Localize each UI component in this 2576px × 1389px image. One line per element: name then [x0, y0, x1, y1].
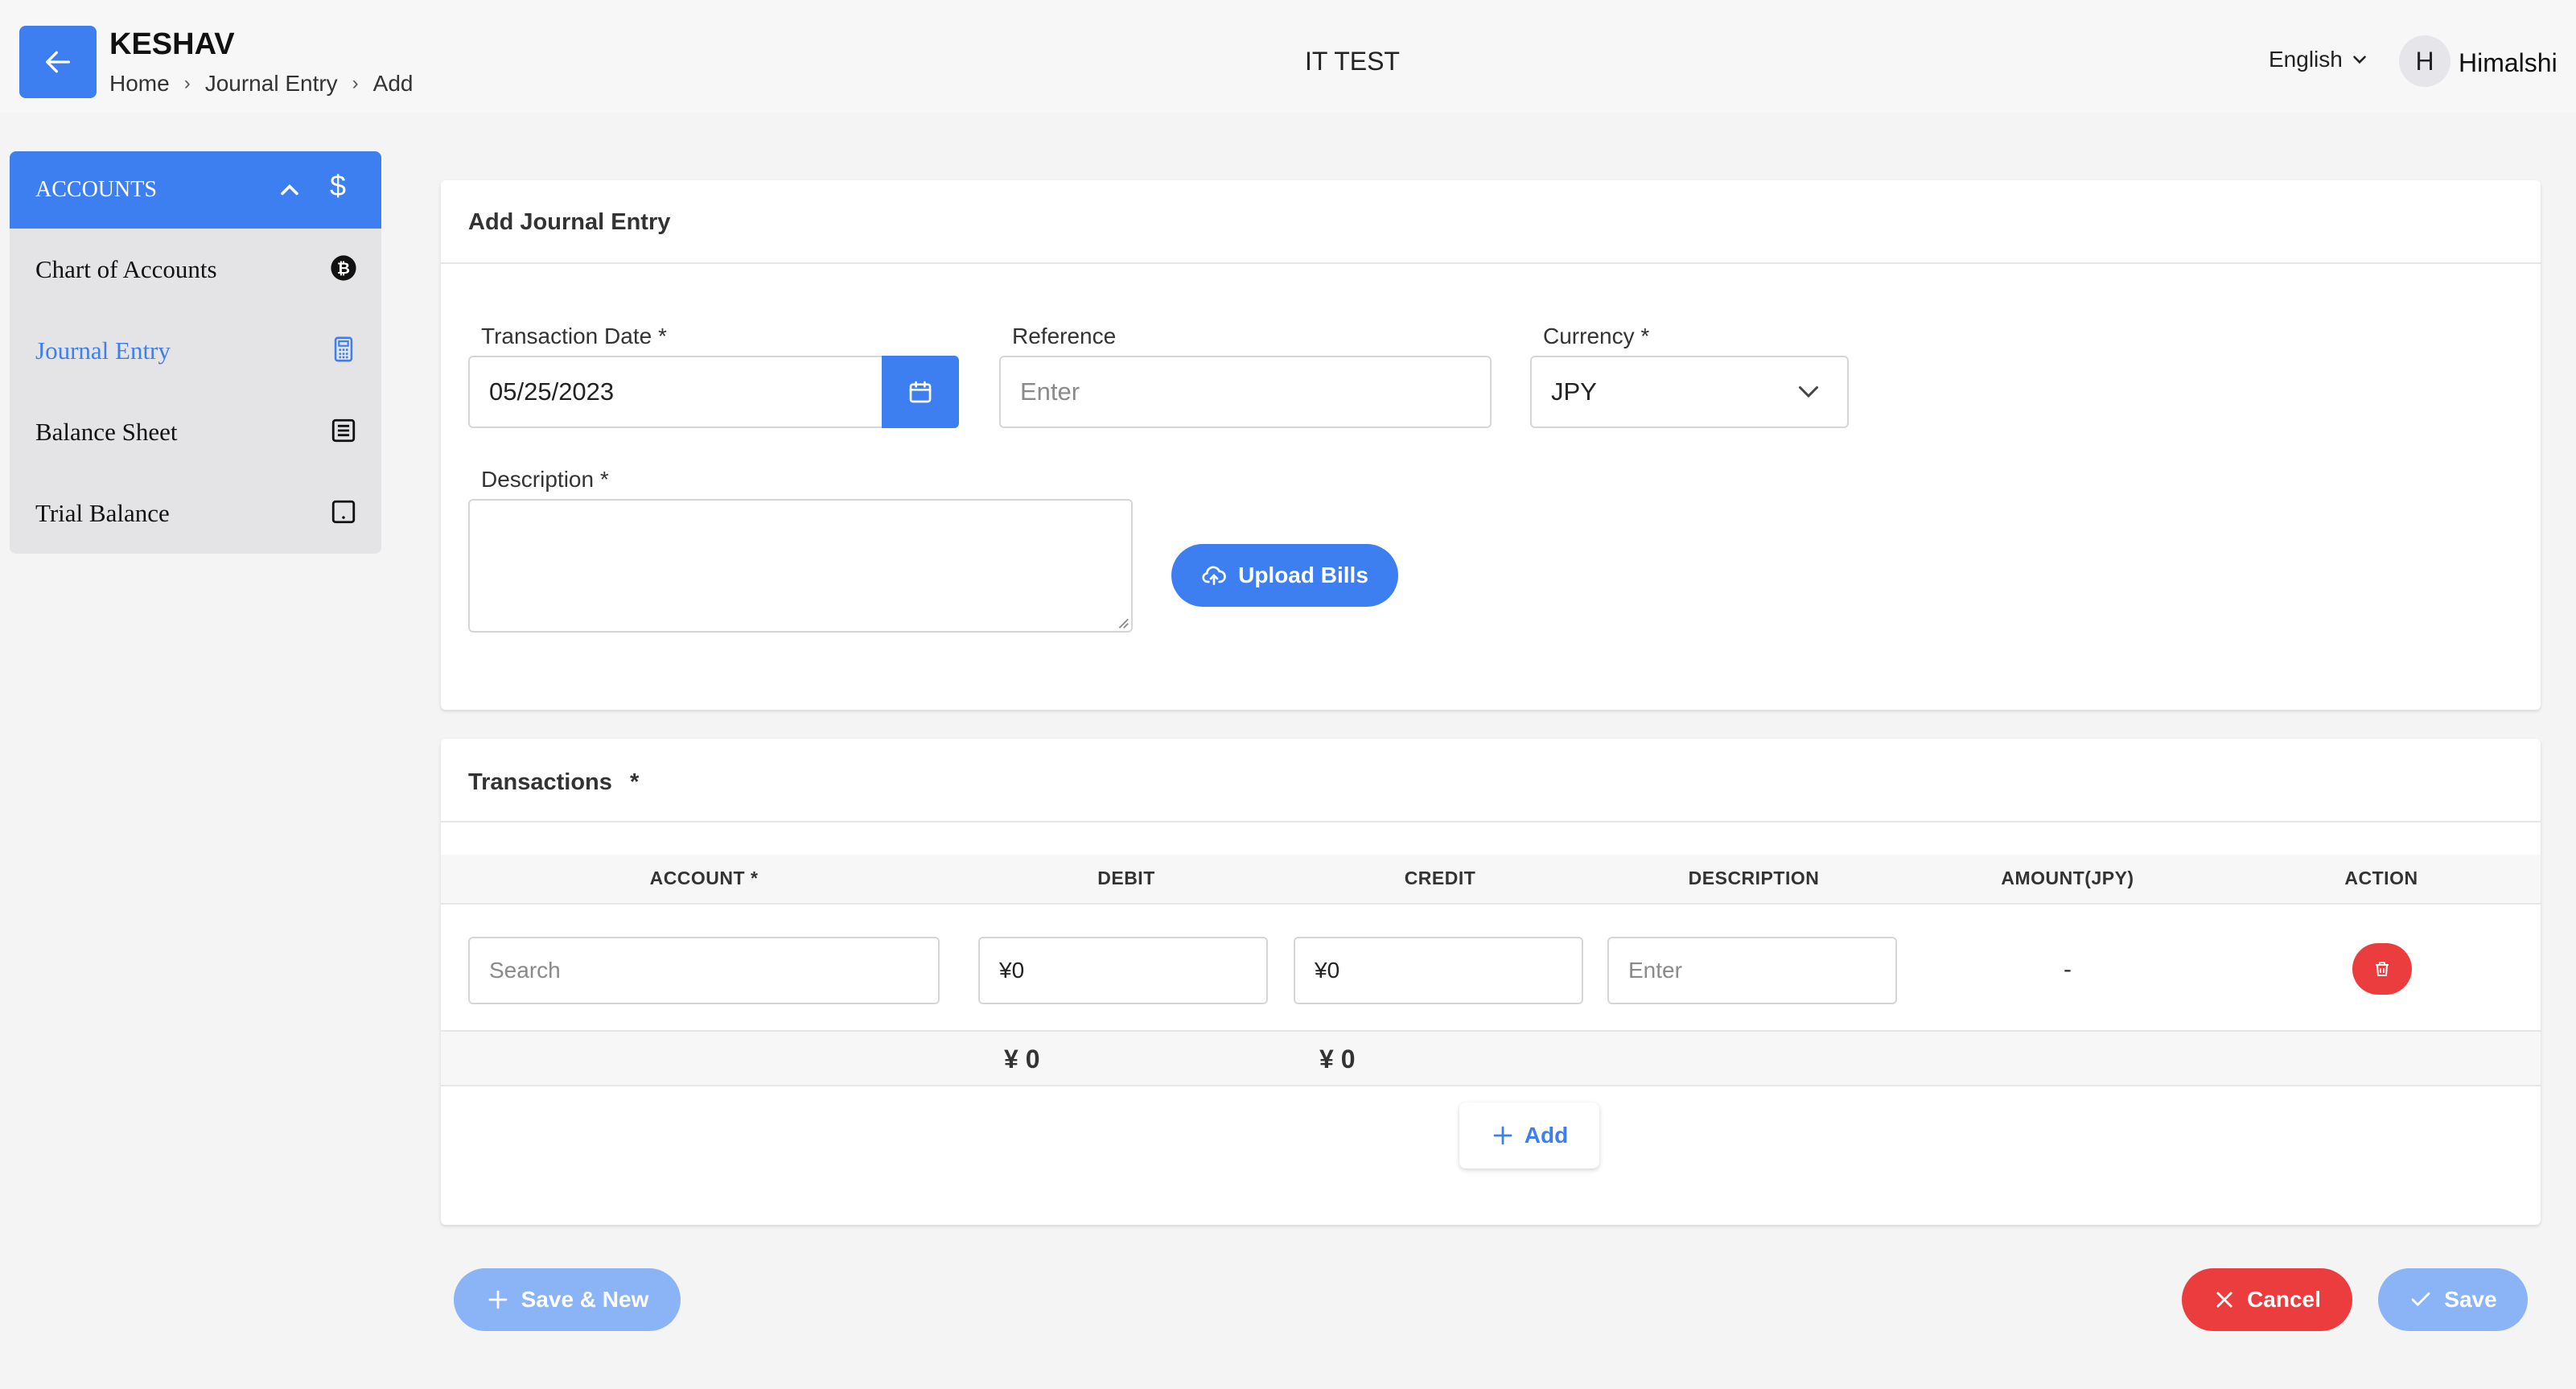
credit-input[interactable]: ¥0 — [1294, 937, 1583, 1004]
save-label: Save — [2444, 1287, 2497, 1312]
sidebar-item-journal-entry[interactable]: Journal Entry — [10, 310, 381, 391]
debit-input[interactable]: ¥0 — [978, 937, 1268, 1004]
total-debit: ¥ 0 — [1004, 1045, 1040, 1074]
transactions-title: Transactions * — [468, 769, 639, 796]
cloud-upload-icon — [1202, 566, 1226, 585]
line-description-input[interactable]: Enter — [1607, 937, 1897, 1004]
language-label: English — [2269, 47, 2343, 72]
language-selector[interactable]: English — [2269, 47, 2370, 72]
description-textarea[interactable] — [468, 499, 1133, 633]
amount-value: - — [2064, 956, 2072, 983]
upload-bills-button[interactable]: Upload Bills — [1171, 544, 1398, 607]
total-credit: ¥ 0 — [1319, 1045, 1356, 1074]
sidebar-item-label: Trial Balance — [35, 498, 170, 527]
sidebar-section-accounts[interactable]: ACCOUNTS $ — [10, 151, 381, 229]
sidebar-item-trial-balance[interactable]: Trial Balance — [10, 472, 381, 554]
column-header-debit: DEBIT — [1097, 868, 1155, 888]
resize-handle-icon — [1118, 618, 1129, 629]
required-mark: * — [629, 769, 640, 795]
chevron-down-icon — [1799, 386, 1818, 398]
sidebar: ACCOUNTS $ Chart of Accounts ₿ Journal E… — [10, 151, 381, 554]
chevron-down-icon — [2353, 56, 2366, 64]
transaction-date-label: Transaction Date * — [481, 324, 667, 348]
add-row-label: Add — [1524, 1123, 1569, 1148]
transactions-title-text: Transactions — [468, 769, 612, 795]
column-header-amount: AMOUNT(JPY) — [2001, 868, 2134, 888]
currency-label: Currency * — [1543, 324, 1650, 348]
sidebar-item-balance-sheet[interactable]: Balance Sheet — [10, 391, 381, 472]
check-icon — [2411, 1292, 2430, 1306]
avatar[interactable]: H — [2399, 35, 2450, 87]
sidebar-item-label: Chart of Accounts — [35, 254, 217, 283]
save-button[interactable]: Save — [2378, 1268, 2528, 1331]
divider — [441, 262, 2541, 264]
date-picker-button[interactable] — [882, 356, 959, 428]
sidebar-item-chart-of-accounts[interactable]: Chart of Accounts ₿ — [10, 229, 381, 310]
username[interactable]: Himalshi — [2459, 48, 2557, 78]
divider — [441, 821, 2541, 822]
dollar-icon: $ — [330, 169, 347, 202]
save-and-new-label: Save & New — [521, 1287, 649, 1312]
currency-select[interactable]: JPY — [1530, 356, 1849, 428]
calendar-icon — [909, 381, 932, 403]
account-search-input[interactable]: Search — [468, 937, 940, 1004]
sidebar-item-label: Journal Entry — [35, 336, 171, 365]
save-and-new-button[interactable]: Save & New — [454, 1268, 681, 1331]
trash-icon — [2376, 962, 2389, 976]
app-header: KESHAV Home › Journal Entry › Add IT TES… — [0, 0, 2576, 113]
column-header-credit: CREDIT — [1404, 868, 1476, 888]
totals-row — [441, 1032, 2541, 1086]
cancel-label: Cancel — [2247, 1287, 2321, 1312]
sidebar-section-title: ACCOUNTS — [35, 177, 157, 202]
reference-label: Reference — [1012, 324, 1117, 348]
column-header-account: ACCOUNT * — [649, 868, 759, 888]
plus-icon — [488, 1290, 507, 1309]
bitcoin-icon: ₿ — [331, 255, 356, 281]
sidebar-item-label: Balance Sheet — [35, 417, 178, 446]
calculator-icon — [334, 336, 353, 362]
organization-title: IT TEST — [1305, 47, 1400, 76]
delete-row-button[interactable] — [2352, 943, 2412, 995]
upload-bills-label: Upload Bills — [1238, 563, 1368, 587]
close-icon — [2216, 1292, 2232, 1308]
column-header-action: ACTION — [2344, 868, 2418, 888]
form-title: Add Journal Entry — [468, 209, 671, 235]
description-label: Description * — [481, 467, 609, 492]
plus-icon — [1493, 1126, 1512, 1145]
tablet-icon — [331, 500, 356, 524]
document-icon — [331, 418, 356, 443]
cancel-button[interactable]: Cancel — [2182, 1268, 2352, 1331]
transaction-date-input[interactable]: 05/25/2023 — [468, 356, 885, 428]
chevron-up-icon — [281, 183, 298, 196]
svg-text:₿: ₿ — [337, 259, 350, 278]
reference-input[interactable]: Enter — [999, 356, 1492, 428]
currency-value: JPY — [1551, 377, 1597, 406]
column-header-description: DESCRIPTION — [1688, 868, 1820, 888]
add-row-button[interactable]: Add — [1459, 1103, 1599, 1168]
